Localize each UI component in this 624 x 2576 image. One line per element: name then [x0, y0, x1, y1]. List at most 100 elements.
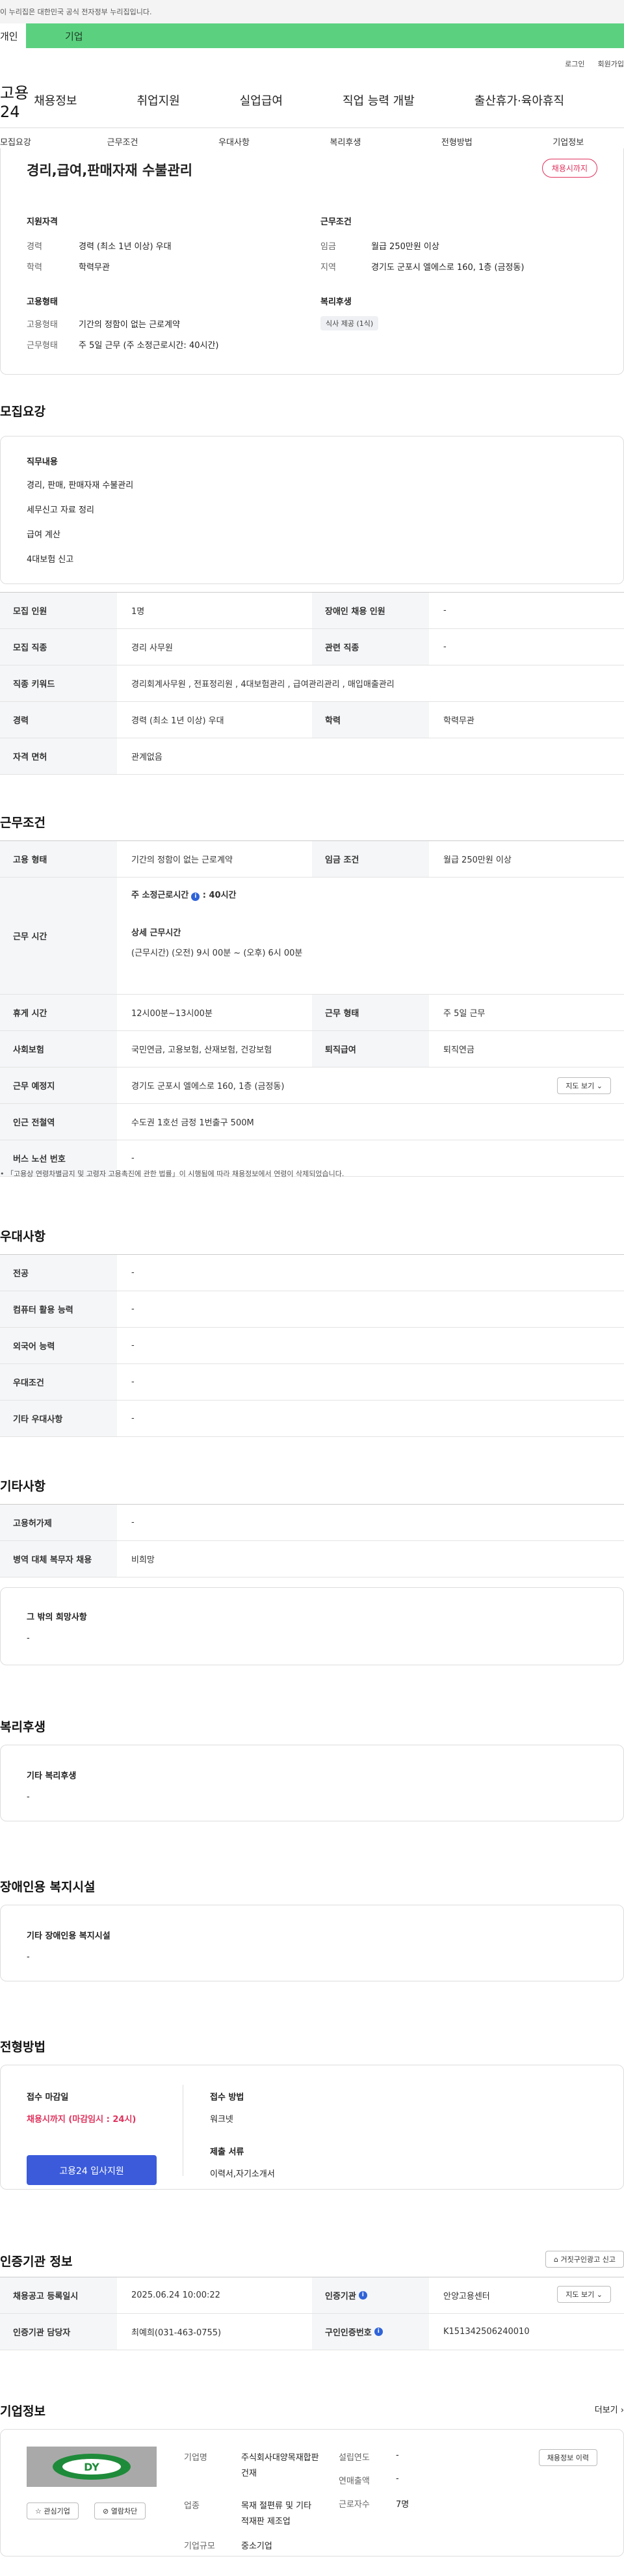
region-label: 지역: [320, 263, 336, 273]
rest-label: 휴게 시간: [0, 995, 117, 1030]
info-icon[interactable]: i: [191, 892, 200, 901]
nav-unemployment-benefit[interactable]: 실업급여: [240, 92, 283, 109]
form-value: 주 5일 근무: [443, 1009, 486, 1019]
pref-cond-label: 우대조건: [0, 1364, 117, 1400]
signup-link[interactable]: 회원가입: [598, 59, 624, 69]
method-title: 접수 방법: [210, 2093, 244, 2102]
subnav-work[interactable]: 근무조건: [67, 135, 178, 148]
military-label: 병역 대체 복무자 채용: [0, 1541, 117, 1577]
hours-cell: 주 소정근로시간 i : 40시간 상세 근무시간 (근무시간) (오전) 9시 …: [117, 878, 624, 994]
staff-label: 근로자수: [339, 2500, 370, 2510]
pref-cond-value: -: [131, 1377, 135, 1387]
org-label-cell: 인증기관 i: [312, 2277, 429, 2313]
mgr-label: 인증기관 담당자: [0, 2314, 117, 2350]
fav-button-label: 관심기업: [44, 2507, 70, 2516]
keyword-value: 경리회계사무원 , 전표정리원 , 4대보험관리 , 급여관리관리 , 매입매출…: [131, 680, 395, 690]
site-logo[interactable]: 고용24: [0, 80, 34, 121]
cert-title: 인증기관 정보: [0, 2255, 73, 2269]
keyword-label: 직종 키워드: [0, 665, 117, 701]
pref-major-label: 전공: [0, 1255, 117, 1291]
num-info-icon[interactable]: i: [374, 2328, 383, 2336]
nav-vocational-training[interactable]: 직업 능력 개발: [343, 92, 415, 109]
license-value: 관계없음: [131, 753, 162, 762]
map-button-label: 지도 보기: [566, 1081, 595, 1090]
company-more-label: 더보기: [594, 2406, 618, 2415]
block-button-label: 열람차단: [110, 2507, 138, 2516]
wish-title: 그 밖의 희망사항: [27, 1613, 87, 1622]
weekly-hours-row: 주 소정근로시간 i : 40시간: [131, 888, 624, 901]
cert-map-button[interactable]: 지도 보기 ⌄: [557, 2286, 611, 2303]
apply-button[interactable]: 고용24 입사지원: [27, 2155, 157, 2185]
tab-company[interactable]: 기업: [26, 23, 624, 48]
pref-language-value: -: [131, 1341, 135, 1350]
wage-row-label: 임금 조건: [312, 841, 429, 877]
company-logo: DY: [27, 2447, 157, 2487]
company-logo-inner: DY: [62, 2459, 121, 2475]
subnav-welfare[interactable]: 복리후생: [290, 135, 401, 148]
block-button[interactable]: ⊘ 열람차단: [94, 2502, 146, 2519]
reg-value: 2025.06.24 10:00:22: [131, 2290, 220, 2300]
headcount-label: 모집 인원: [0, 593, 117, 628]
edu-row-value: 학력무관: [443, 716, 474, 726]
nav-employment-support[interactable]: 취업지원: [136, 92, 179, 109]
pref-computer-label: 컴퓨터 활용 능력: [0, 1291, 117, 1327]
nav-jobs[interactable]: 채용정보: [34, 92, 77, 109]
report-button[interactable]: ⌂ 거짓구인광고 신고: [545, 2251, 624, 2268]
duty-3: 급여 계산: [27, 530, 60, 540]
num-label: 구인인증번호: [325, 2328, 372, 2338]
pref-computer-value: -: [131, 1304, 135, 1314]
subnav-company[interactable]: 기업정보: [513, 135, 624, 148]
reg-label: 채용공고 등록일시: [0, 2277, 117, 2313]
docs-value: 이력서,자기소개서: [210, 2169, 275, 2179]
permit-value: -: [131, 1518, 135, 1527]
company-name-label: 기업명: [184, 2453, 207, 2463]
tab-individual[interactable]: 개인: [0, 23, 26, 48]
permit-label: 고용허가제: [0, 1505, 117, 1540]
num-label-cell: 구인인증번호 i: [312, 2314, 429, 2350]
deadline-badge: 채용시까지: [541, 159, 597, 178]
company-more-link[interactable]: 더보기 ›: [595, 2403, 624, 2415]
home-icon: ⌂: [554, 2255, 559, 2264]
cond-title: 근무조건: [320, 217, 352, 227]
deadline-value: 채용시까지 (마감임시 : 24시): [27, 2115, 136, 2125]
subnav-screening[interactable]: 전형방법: [401, 135, 512, 148]
welfare-card: 기타 복리후생 -: [0, 1745, 624, 1821]
disabled-card: 기타 장애인용 복지시설 -: [0, 1905, 624, 1981]
map-button[interactable]: 지도 보기 ⌄: [557, 1077, 611, 1094]
weekly-hours-value: : 40시간: [202, 891, 237, 900]
hours-label: 근무 시간: [0, 878, 117, 994]
apply-button-label: 고용24 입사지원: [59, 2166, 124, 2177]
login-link[interactable]: 로그인: [565, 59, 584, 69]
industry-value: 목재 절편류 및 기타 적재판 제조업: [241, 2501, 312, 2527]
job-value: 경리 사무원: [131, 643, 173, 653]
docs-title: 제출 서류: [210, 2147, 244, 2157]
chevron-right-icon: ›: [620, 2406, 624, 2415]
detail-hours-value: (근무시간) (오전) 9시 00분 ~ (오후) 6시 00분: [131, 948, 303, 958]
insurance-label: 사회보험: [0, 1031, 117, 1067]
pref-table: 전공 - 컴퓨터 활용 능력 - 외국어 능력 - 우대조건 - 기타 우대사항 -: [0, 1254, 624, 1437]
org-label: 인증기관: [325, 2292, 356, 2301]
cert-map-button-label: 지도 보기: [566, 2290, 595, 2299]
place-value: 경기도 군포시 엘에스로 160, 1층 (금정동): [131, 1082, 285, 1092]
region-value: 경기도 군포시 엘에스로 160, 1층 (금정동): [371, 263, 525, 273]
edu-label: 학력: [27, 263, 42, 273]
place-cell: 경기도 군포시 엘에스로 160, 1층 (금정동) 지도 보기 ⌄: [117, 1067, 624, 1103]
headcount-value: 1명: [131, 607, 145, 617]
nav-parental-leave[interactable]: 출산휴가·육아휴직: [474, 92, 564, 109]
license-label: 자격 면허: [0, 738, 117, 774]
duty-card: 직무내용 경리, 판매, 판매자재 수불관리 세무신고 자료 정리 급여 계산 …: [0, 436, 624, 584]
severance-value: 퇴직연금: [443, 1045, 474, 1055]
edu-value: 학력무관: [79, 263, 110, 273]
edu-row-label: 학력: [312, 702, 429, 738]
welfare-chip: 식사 제공 (1식): [320, 316, 379, 330]
rest-value: 12시00분~13시00분: [131, 1009, 213, 1019]
pref-major-value: -: [131, 1268, 135, 1278]
subnav-pref[interactable]: 우대사항: [178, 135, 289, 148]
size-value: 중소기업: [241, 2542, 272, 2551]
fav-button[interactable]: ☆ 관심기업: [27, 2502, 79, 2519]
chevron-down-icon: ⌄: [596, 1081, 603, 1090]
jobs-history-button[interactable]: 채용정보 이력: [538, 2449, 597, 2466]
subnav-recruit[interactable]: 모집요강: [0, 135, 67, 148]
org-info-icon[interactable]: i: [358, 2291, 367, 2300]
emp-title: 고용형태: [27, 297, 58, 307]
